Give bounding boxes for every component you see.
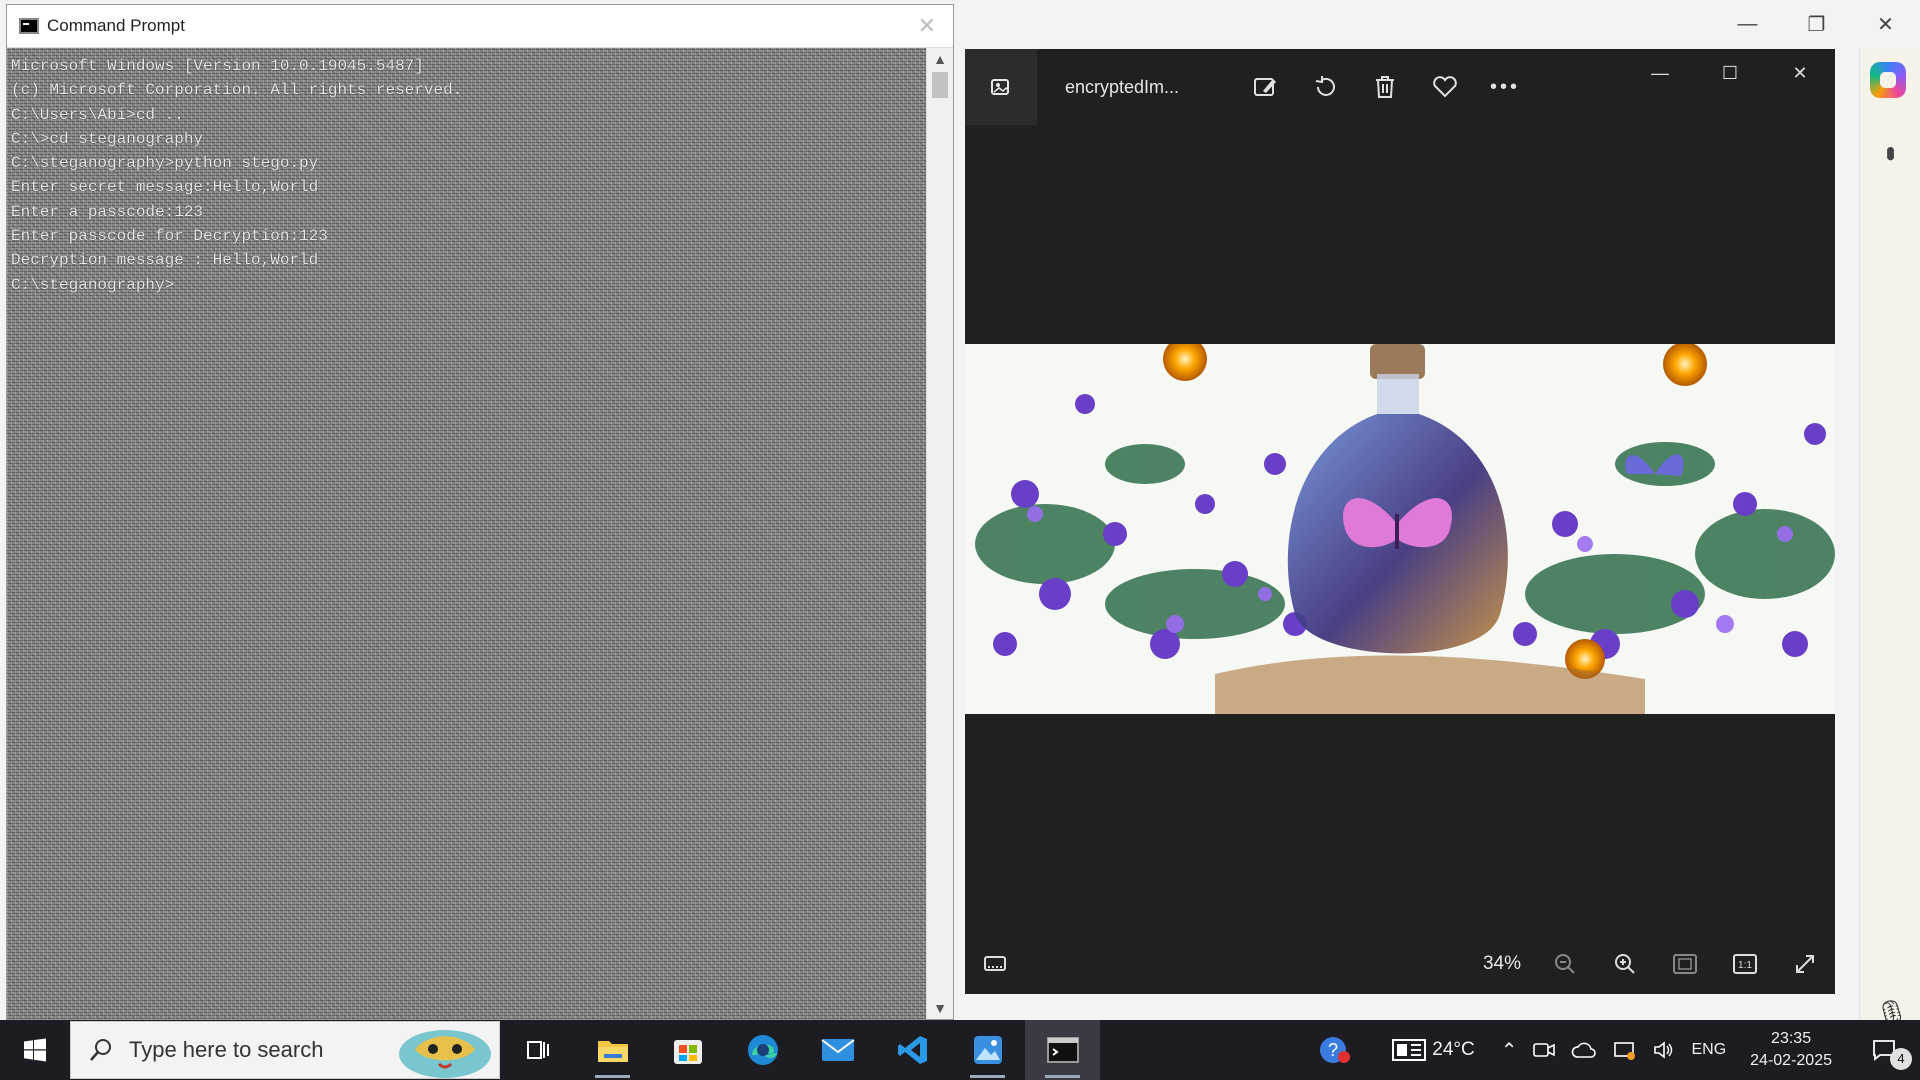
console-line: C:\Users\Abi>cd .. [11,105,184,124]
console-prompt-line[interactable]: C:\steganography> [11,273,923,297]
windows-logo-icon [24,1038,46,1062]
console-line: Enter passcode for Decryption:123 [11,227,328,246]
filmstrip-icon [984,956,1006,971]
console-line: Decryption message : Hello,World [11,251,319,270]
photos-icon [973,1036,1002,1064]
store-icon [673,1040,702,1064]
clock-time: 23:35 [1771,1030,1812,1047]
console-line: Enter secret message:Hello,World [11,178,319,197]
gallery-button[interactable] [965,49,1037,125]
scroll-thumb[interactable] [932,72,948,98]
notification-center-button[interactable]: 4 [1848,1020,1920,1080]
photos-toolbar: encryptedIm... ••• — ☐ ✕ [965,49,1835,125]
folder-icon [597,1041,628,1062]
close-button[interactable]: ✕ [1765,49,1835,97]
taskbar-vs-code[interactable] [875,1020,950,1080]
console-line: C:\steganography>python stego.py [11,154,319,173]
zoom-level: 34% [1482,953,1521,974]
svg-text:?: ? [1328,1040,1338,1060]
clock[interactable]: 23:35 24-02-2025 [1734,1028,1848,1072]
rotate-icon[interactable] [1295,57,1355,117]
taskbar: Type here to search ? 24°C ⌃ ENG 23:35 2… [0,1020,1920,1080]
favorite-icon[interactable] [1415,57,1475,117]
news-icon [1392,1039,1427,1061]
onedrive-icon[interactable] [1563,1020,1605,1080]
console-line: Enter a passcode:123 [11,202,204,221]
cmd-titlebar[interactable]: Command Prompt ✕ [7,5,953,48]
help-icon: ? [1320,1037,1351,1063]
command-prompt-window[interactable]: Command Prompt ✕ Microsoft Windows [Vers… [6,4,954,1020]
console-line: Microsoft Windows [Version 10.0.19045.54… [11,57,424,75]
search-icon [90,1039,111,1061]
close-button[interactable]: ✕ [1851,0,1920,48]
minimize-button[interactable]: — [1713,0,1782,48]
console-line: (c) Microsoft Corporation. All rights re… [11,81,463,100]
actual-size-icon[interactable]: 1:1 [1715,934,1775,994]
clock-date: 24-02-2025 [1750,1052,1832,1069]
photo-image [965,344,1835,714]
search-placeholder: Type here to search [129,1037,324,1062]
weather-temperature: 24°C [1432,1039,1475,1060]
zoom-out-icon[interactable] [1535,934,1595,994]
fit-to-window-icon[interactable] [1655,934,1715,994]
fullscreen-icon[interactable] [1775,934,1835,994]
show-hidden-icons-button[interactable]: ⌃ [1493,1020,1526,1080]
more-options-icon[interactable]: ••• [1876,146,1906,155]
cmd-title: Command Prompt [47,16,185,35]
photo-filename: encryptedIm... [1065,76,1180,97]
network-icon[interactable] [1605,1020,1645,1080]
system-tray: ? 24°C ⌃ ENG 23:35 24-02-2025 4 [1310,1020,1920,1080]
filmstrip-button[interactable] [965,934,1025,994]
svg-text:1:1: 1:1 [1738,960,1752,971]
taskbar-edge[interactable] [725,1020,800,1080]
cmd-app-icon [19,18,39,34]
search-highlight-mask-icon [399,1030,491,1078]
zoom-in-icon[interactable] [1595,934,1655,994]
browser-window-controls: — ❐ ✕ [1713,0,1920,48]
taskbar-command-prompt[interactable] [1025,1020,1100,1080]
copilot-sidebar: ••• 🎙 [1859,48,1920,1030]
more-icon[interactable]: ••• [1475,57,1535,117]
meet-now-icon[interactable] [1525,1020,1563,1080]
displayed-photo[interactable] [965,344,1835,714]
vscode-icon [897,1036,927,1064]
edge-icon [747,1035,778,1065]
photos-bottom-bar: 34% 1:1 [965,934,1835,994]
copilot-icon[interactable] [1870,62,1906,98]
taskbar-mail[interactable] [800,1020,875,1080]
task-view-icon [526,1041,549,1059]
cmd-close-icon[interactable]: ✕ [901,13,953,39]
delete-icon[interactable] [1355,57,1415,117]
taskbar-file-explorer[interactable] [575,1020,650,1080]
start-button[interactable] [0,1020,70,1080]
language-indicator[interactable]: ENG [1683,1020,1734,1080]
taskbar-photos[interactable] [950,1020,1025,1080]
cmd-icon [1046,1037,1079,1063]
weather-widget[interactable]: 24°C [1384,1020,1482,1080]
restore-button[interactable]: ❐ [1782,0,1851,48]
taskbar-search-box[interactable]: Type here to search [70,1021,500,1079]
volume-icon[interactable] [1645,1020,1683,1080]
taskbar-microsoft-store[interactable] [650,1020,725,1080]
cmd-scrollbar[interactable]: ▲ ▼ [926,48,953,1019]
gallery-icon [991,79,1009,95]
minimize-button[interactable]: — [1625,49,1695,97]
photos-window-controls: — ☐ ✕ [1625,49,1835,97]
photos-viewer-window[interactable]: encryptedIm... ••• — ☐ ✕ 34% 1:1 [965,49,1835,994]
cmd-console-output[interactable]: Microsoft Windows [Version 10.0.19045.54… [7,48,927,1019]
scroll-down-icon[interactable]: ▼ [927,997,953,1019]
maximize-button[interactable]: ☐ [1695,49,1765,97]
help-tray-button[interactable]: ? [1310,1020,1360,1080]
notification-count-badge: 4 [1890,1048,1912,1070]
mail-icon [820,1039,855,1061]
scroll-up-icon[interactable]: ▲ [927,48,953,70]
task-view-button[interactable] [500,1020,575,1080]
console-line: C:\>cd steganography [11,129,204,148]
edit-image-icon[interactable] [1235,57,1295,117]
language-label: ENG [1691,1041,1727,1058]
